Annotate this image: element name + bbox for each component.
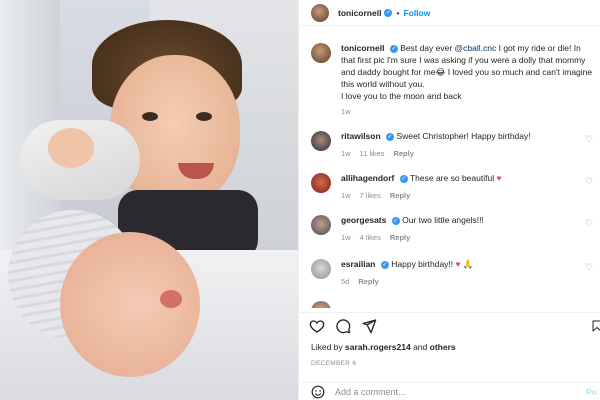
commenter-username[interactable]: allihagendorf [341, 173, 394, 183]
caption-text-start: Best day ever [400, 43, 455, 53]
action-bar [299, 312, 600, 336]
post-photo[interactable] [0, 0, 298, 400]
likes-middle: and [410, 342, 430, 352]
likes-line[interactable]: Liked by sarah.rogers214 and others [311, 342, 456, 352]
verified-icon: ✓ [386, 133, 395, 141]
likes-others[interactable]: others [430, 342, 456, 352]
comment-heart-icon[interactable]: ♡ [585, 262, 594, 272]
caption-username[interactable]: tonicornell [341, 43, 384, 53]
comment-time[interactable]: 1w [341, 149, 351, 158]
share-icon[interactable] [361, 318, 377, 334]
post-panel: tonicornell ✓ • Follow tonicornell ✓ Bes… [298, 0, 600, 400]
commenter-avatar[interactable] [311, 259, 331, 279]
caption-mention[interactable]: @cball.cnc [455, 43, 497, 53]
caption-time[interactable]: 1w [341, 107, 351, 116]
add-comment-row: Add a comment... Po [299, 382, 600, 400]
commenter-username[interactable]: ritawilson [341, 131, 381, 141]
caption-avatar[interactable] [311, 43, 331, 63]
toddler-eye-right [196, 112, 212, 121]
commenter-avatar[interactable] [311, 173, 331, 193]
caption-row: tonicornell ✓ Best day ever @cball.cnc I… [299, 42, 600, 118]
baby-lips [160, 290, 182, 308]
commenter-avatar[interactable] [311, 215, 331, 235]
comment-heart-icon[interactable]: ♡ [585, 134, 594, 144]
commenter-username[interactable]: georgesats [341, 215, 386, 225]
toddler-eye-left [142, 112, 158, 121]
heart-emoji: ♥ [496, 173, 502, 183]
comment-row: esrailian ✓ Happy birthday!! ♥ 🙏 5d Reply… [299, 258, 600, 288]
commenter-avatar[interactable] [311, 131, 331, 151]
bookmark-icon[interactable] [591, 318, 600, 334]
post-header: tonicornell ✓ • Follow [299, 0, 600, 26]
author-avatar[interactable] [311, 3, 329, 22]
comment-likes[interactable]: 7 likes [360, 191, 381, 200]
verified-icon: ✓ [380, 261, 389, 269]
comments-list[interactable]: tonicornell ✓ Best day ever @cball.cnc I… [299, 30, 600, 308]
caption-text-line2: I love you to the moon and back [341, 91, 462, 101]
reply-button[interactable]: Reply [390, 191, 410, 200]
add-comment-input[interactable]: Add a comment... [335, 387, 406, 397]
comment-row-partial [299, 300, 600, 308]
comment-time[interactable]: 1w [341, 233, 351, 242]
post-button[interactable]: Po [586, 387, 597, 397]
verified-icon: ✓ [389, 45, 398, 53]
comment-text: These are so beautiful [409, 173, 497, 183]
reply-button[interactable]: Reply [358, 277, 378, 286]
reply-button[interactable]: Reply [390, 233, 410, 242]
comment-likes[interactable]: 4 likes [360, 233, 381, 242]
verified-icon: ✓ [399, 175, 408, 183]
reply-button[interactable]: Reply [393, 149, 413, 158]
comment-heart-icon[interactable]: ♡ [585, 218, 594, 228]
comment-text: Sweet Christopher! Happy birthday! [396, 131, 531, 141]
comment-row: ritawilson ✓ Sweet Christopher! Happy bi… [299, 130, 600, 160]
separator-dot: • [396, 7, 400, 18]
author-username[interactable]: tonicornell [338, 8, 381, 18]
verified-icon: ✓ [384, 8, 393, 17]
toddler-hand [48, 128, 94, 168]
comment-time[interactable]: 1w [341, 191, 351, 200]
heart-pray-emoji: ♥ 🙏 [455, 259, 474, 269]
comment-time[interactable]: 5d [341, 277, 349, 286]
verified-icon: ✓ [391, 217, 400, 225]
post-date[interactable]: DECEMBER 6 [311, 360, 356, 367]
likes-user[interactable]: sarah.rogers214 [345, 342, 411, 352]
follow-button[interactable]: Follow [403, 8, 430, 18]
likes-prefix: Liked by [311, 342, 346, 352]
comment-likes[interactable]: 11 likes [360, 149, 385, 158]
comment-heart-icon[interactable]: ♡ [585, 176, 594, 186]
comment-text: Happy birthday!! [391, 259, 456, 269]
comment-icon[interactable] [335, 318, 351, 334]
emoji-icon[interactable] [311, 385, 325, 399]
heart-icon[interactable] [309, 318, 325, 334]
comment-text: Our two little angels!!! [402, 215, 484, 225]
comment-row: allihagendorf ✓ These are so beautiful ♥… [299, 172, 600, 202]
commenter-avatar[interactable] [311, 301, 331, 308]
comment-row: georgesats ✓ Our two little angels!!! 1w… [299, 214, 600, 244]
commenter-username[interactable]: esrailian [341, 259, 376, 269]
